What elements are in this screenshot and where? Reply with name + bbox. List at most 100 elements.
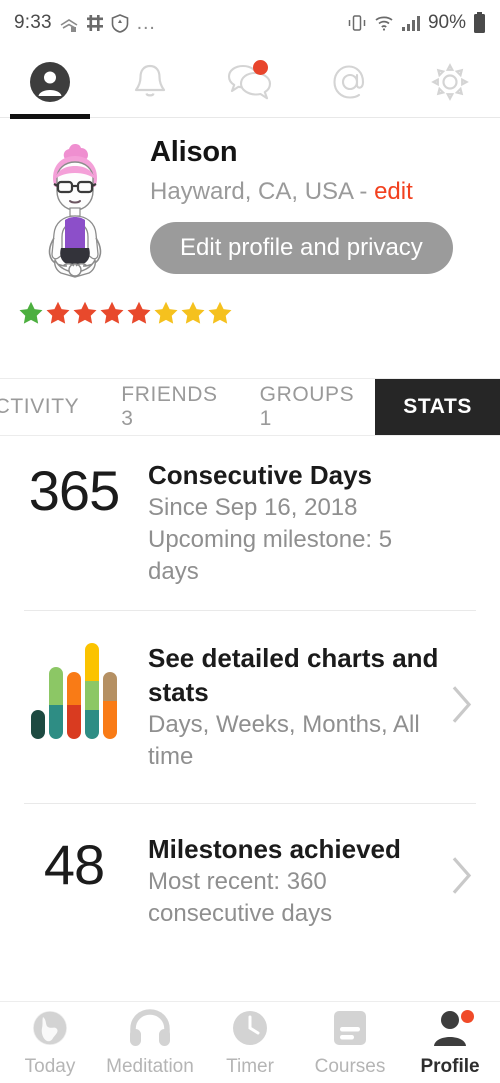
bottom-nav-item-meditation[interactable]: Meditation xyxy=(100,1002,200,1083)
star-icon xyxy=(127,301,151,324)
chart-bar xyxy=(103,672,117,739)
profile-name: Alison xyxy=(150,136,238,168)
stat-row-consecutive-days[interactable]: 365 Consecutive Days Since Sep 16, 2018 … xyxy=(0,436,500,610)
status-time: 9:33 xyxy=(14,12,52,33)
stat-figure: 365 xyxy=(0,458,148,522)
star-icon xyxy=(19,301,43,324)
stat-subtitle-1: Days, Weeks, Months, All time xyxy=(148,711,420,770)
tab-activity[interactable]: ACTIVITY xyxy=(0,379,100,435)
star-icon xyxy=(154,301,178,324)
chart-bar-segment xyxy=(67,672,81,705)
stat-row-detailed-charts[interactable]: See detailed charts and stats Days, Week… xyxy=(0,611,500,803)
profile-location: Hayward, CA, USA - edit xyxy=(150,174,482,210)
stat-text: See detailed charts and stats Days, Week… xyxy=(148,641,500,773)
gear-icon xyxy=(431,62,469,101)
signal-icon xyxy=(401,16,420,31)
status-bar: 9:33 … 90% xyxy=(0,0,500,46)
bottom-nav-item-courses[interactable]: Courses xyxy=(300,1002,400,1083)
bottom-nav: Today Meditation Timer Courses Profile xyxy=(0,1001,500,1083)
bottom-nav-label: Meditation xyxy=(106,1055,194,1077)
chart-bar-segment xyxy=(85,643,99,681)
bottom-nav-item-profile[interactable]: Profile xyxy=(400,1002,500,1083)
bottom-nav-item-timer[interactable]: Timer xyxy=(200,1002,300,1083)
avatar[interactable] xyxy=(0,132,150,288)
bottom-nav-label: Timer xyxy=(226,1055,274,1077)
topnav-item-profile[interactable] xyxy=(0,46,100,118)
star-icon xyxy=(73,301,97,324)
data-saver-icon xyxy=(60,19,78,32)
tab-stats[interactable]: STATS xyxy=(375,379,500,435)
chart-bar xyxy=(49,667,63,739)
chart-bar-segment xyxy=(85,709,99,739)
edit-profile-privacy-button[interactable]: Edit profile and privacy xyxy=(150,222,453,274)
topnav-item-settings[interactable] xyxy=(400,46,500,118)
stat-title: Consecutive Days xyxy=(148,460,372,490)
topnav-item-notifications[interactable] xyxy=(100,46,200,118)
star-icon xyxy=(46,301,70,324)
chart-bar xyxy=(67,672,81,739)
globe-icon xyxy=(30,1008,70,1053)
topnav-item-mentions[interactable] xyxy=(300,46,400,118)
chart-bar-segment xyxy=(67,704,81,739)
slack-icon xyxy=(86,15,103,31)
status-overflow-icon: … xyxy=(135,12,157,34)
chart-bar-segment xyxy=(31,709,45,739)
consecutive-days-count: 365 xyxy=(28,459,120,522)
brave-shield-icon xyxy=(111,13,129,33)
profile-location-text: Hayward, CA, USA - xyxy=(150,178,375,205)
headphones-icon xyxy=(128,1008,172,1053)
bottom-nav-label: Today xyxy=(24,1055,76,1077)
chart-bar-segment xyxy=(49,667,63,705)
bottom-nav-label: Courses xyxy=(314,1055,386,1077)
mini-bar-chart-icon xyxy=(31,643,117,739)
chevron-right-icon[interactable] xyxy=(452,686,474,729)
profile-header: Alison Hayward, CA, USA - edit Edit prof… xyxy=(0,118,500,288)
at-sign-icon xyxy=(333,64,365,99)
profile-info: Alison Hayward, CA, USA - edit Edit prof… xyxy=(150,132,500,288)
app-screen: 9:33 … 90% Alison Hayward, CA, USA - edi… xyxy=(0,0,500,1083)
vibrate-icon xyxy=(348,15,366,31)
stat-subtitle-1: Since Sep 16, 2018 xyxy=(148,494,358,521)
star-icon xyxy=(208,301,232,324)
topnav-item-messages[interactable] xyxy=(200,46,300,118)
chart-bar-segment xyxy=(103,672,117,702)
stat-subtitle-2: Upcoming milestone: 5 days xyxy=(148,526,393,585)
status-bar-left: 9:33 … xyxy=(14,12,157,34)
chart-bar-segment xyxy=(49,704,63,739)
star-icon xyxy=(181,301,205,324)
status-bar-right: 90% xyxy=(347,12,486,34)
star-icon xyxy=(100,301,124,324)
bottom-nav-item-today[interactable]: Today xyxy=(0,1002,100,1083)
stats-list: 365 Consecutive Days Since Sep 16, 2018 … xyxy=(0,436,500,952)
profile-badge xyxy=(461,1009,474,1023)
chevron-right-icon[interactable] xyxy=(452,857,474,900)
edit-location-link[interactable]: edit xyxy=(374,178,413,205)
stat-title: Milestones achieved xyxy=(148,834,401,864)
tab-groups[interactable]: GROUPS 1 xyxy=(239,379,376,435)
top-icon-nav xyxy=(0,46,500,118)
stat-row-milestones[interactable]: 48 Milestones achieved Most recent: 360 … xyxy=(0,804,500,952)
person-circle-icon xyxy=(30,61,70,102)
meditating-avatar-illustration xyxy=(48,144,102,278)
stat-title: See detailed charts and stats xyxy=(148,643,439,707)
profile-tabs: ACTIVITYFRIENDS 3GROUPS 1STATS xyxy=(0,378,500,436)
messages-badge xyxy=(253,59,268,75)
clock-icon xyxy=(230,1008,270,1053)
tab-friends[interactable]: FRIENDS 3 xyxy=(100,379,238,435)
card-list-icon xyxy=(331,1008,369,1053)
stat-text: Milestones achieved Most recent: 360 con… xyxy=(148,832,500,930)
stat-figure: 48 xyxy=(0,832,148,896)
stat-subtitle-1: Most recent: 360 consecutive days xyxy=(148,868,333,927)
chart-bar xyxy=(85,643,99,739)
chart-bar-segment xyxy=(85,680,99,710)
bell-icon xyxy=(134,64,166,96)
battery-icon xyxy=(474,12,485,33)
achievement-stars xyxy=(0,288,500,326)
chart-bar-segment xyxy=(103,701,117,739)
stat-figure-chart xyxy=(0,641,148,739)
stat-text: Consecutive Days Since Sep 16, 2018 Upco… xyxy=(148,458,500,588)
bottom-nav-label: Profile xyxy=(420,1055,480,1077)
chart-bar xyxy=(31,709,45,739)
battery-percent: 90% xyxy=(427,12,466,33)
milestones-count: 48 xyxy=(43,833,105,896)
